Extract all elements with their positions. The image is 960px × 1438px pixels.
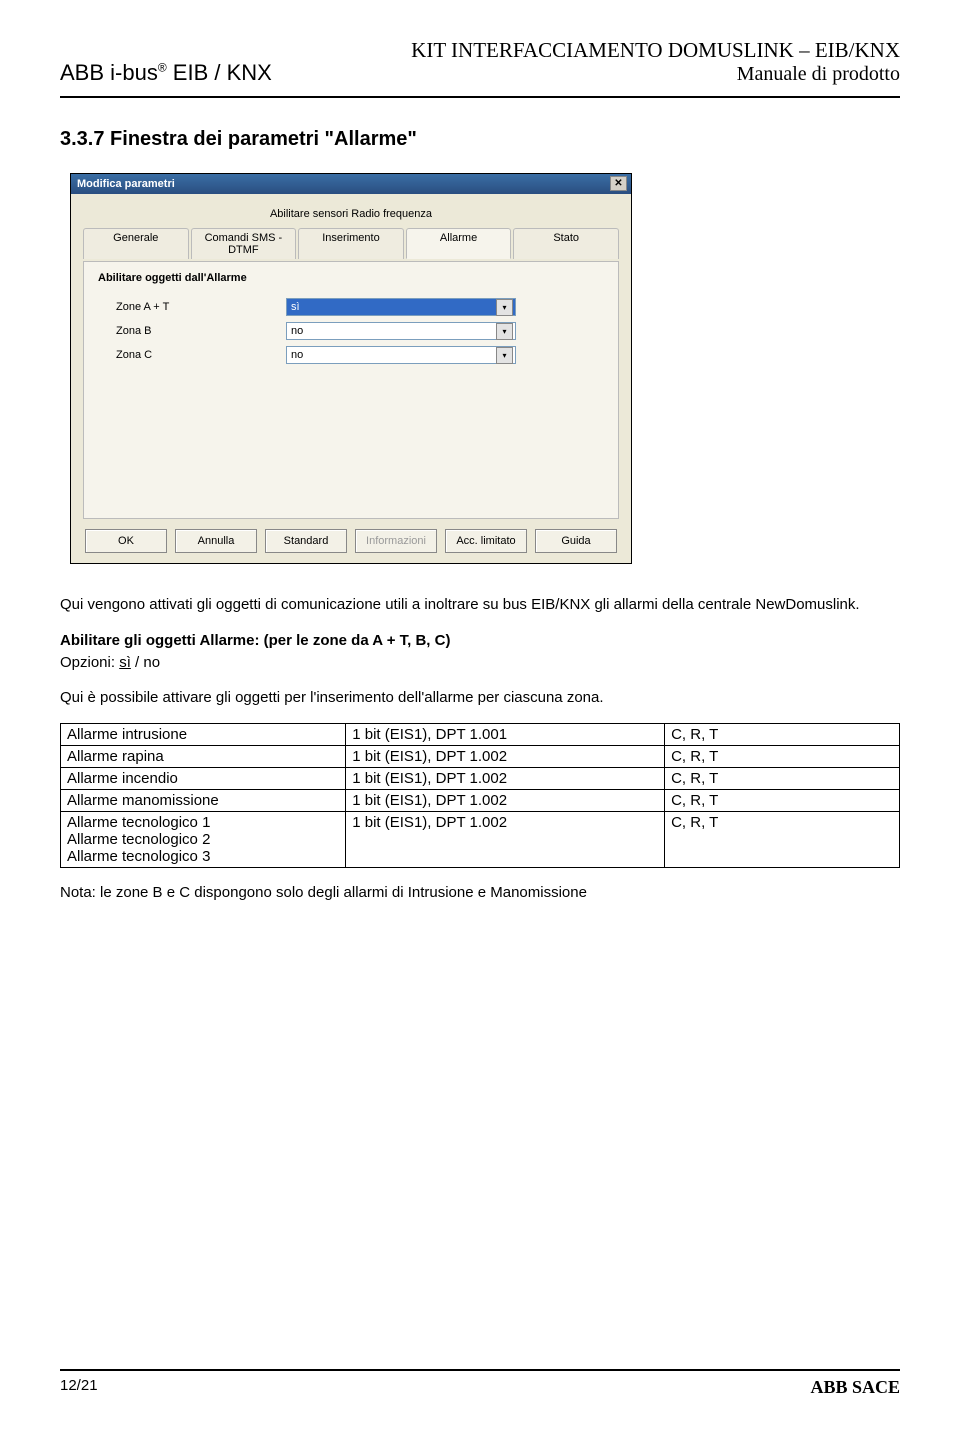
- dropdown-value-zona-c: no: [291, 349, 303, 361]
- cell-c3: C, R, T: [665, 812, 900, 868]
- dropdown-zona-b[interactable]: no ▾: [286, 322, 516, 340]
- page-number: 12/21: [60, 1377, 98, 1398]
- cell-c2: 1 bit (EIS1), DPT 1.002: [346, 746, 665, 768]
- chevron-down-icon[interactable]: ▾: [496, 323, 513, 340]
- footer-brand: ABB SACE: [810, 1377, 900, 1398]
- header-right-line1: KIT INTERFACCIAMENTO DOMUSLINK – EIB/KNX: [411, 38, 900, 63]
- cell-c2: 1 bit (EIS1), DPT 1.002: [346, 790, 665, 812]
- cell-c3: C, R, T: [665, 724, 900, 746]
- tab-comandi-sms-dtmf[interactable]: Comandi SMS - DTMF: [191, 228, 297, 259]
- dropdown-zona-c[interactable]: no ▾: [286, 346, 516, 364]
- alarm-table: Allarme intrusione 1 bit (EIS1), DPT 1.0…: [60, 723, 900, 868]
- cell-c1: Allarme manomissione: [61, 790, 346, 812]
- tab-allarme[interactable]: Allarme: [406, 228, 512, 259]
- dropdown-value-zona-b: no: [291, 325, 303, 337]
- guida-button[interactable]: Guida: [535, 529, 617, 553]
- dialog-tabs: Generale Comandi SMS - DTMF Inserimento …: [83, 228, 619, 259]
- dialog-panel: Abilitare oggetti dall'Allarme Zone A + …: [83, 261, 619, 519]
- dialog-titlebar[interactable]: Modifica parametri ✕: [71, 174, 631, 194]
- footer: 12/21 ABB SACE: [60, 1369, 900, 1398]
- row-zona-c: Zona C no ▾: [98, 346, 604, 364]
- chevron-down-icon[interactable]: ▾: [496, 299, 513, 316]
- tab-inserimento[interactable]: Inserimento: [298, 228, 404, 259]
- cell-c3: C, R, T: [665, 790, 900, 812]
- paragraph-options: Abilitare gli oggetti Allarme: (per le z…: [60, 630, 900, 674]
- header-left-a: ABB i-bus: [60, 60, 158, 85]
- dialog-top-label: Abilitare sensori Radio frequenza: [83, 202, 619, 228]
- dropdown-zone-a-t[interactable]: sì ▾: [286, 298, 516, 316]
- standard-button[interactable]: Standard: [265, 529, 347, 553]
- header-rule: [60, 96, 900, 98]
- dropdown-value-zone-a-t: sì: [291, 301, 300, 313]
- row-zona-b: Zona B no ▾: [98, 322, 604, 340]
- paragraph-note: Nota: le zone B e C dispongono solo degl…: [60, 882, 900, 904]
- label-zona-b: Zona B: [98, 325, 286, 337]
- table-row: Allarme manomissione 1 bit (EIS1), DPT 1…: [61, 790, 900, 812]
- table-row: Allarme intrusione 1 bit (EIS1), DPT 1.0…: [61, 724, 900, 746]
- table-row: Allarme incendio 1 bit (EIS1), DPT 1.002…: [61, 768, 900, 790]
- options-bold: Abilitare gli oggetti Allarme: (per le z…: [60, 632, 450, 649]
- chevron-down-icon[interactable]: ▾: [496, 347, 513, 364]
- close-icon[interactable]: ✕: [610, 176, 627, 191]
- row-zone-a-t: Zone A + T sì ▾: [98, 298, 604, 316]
- cell-c2: 1 bit (EIS1), DPT 1.001: [346, 724, 665, 746]
- label-zona-c: Zona C: [98, 349, 286, 361]
- table-row: Allarme tecnologico 1 Allarme tecnologic…: [61, 812, 900, 868]
- paragraph-intro: Qui vengono attivati gli oggetti di comu…: [60, 594, 900, 616]
- cell-c1: Allarme intrusione: [61, 724, 346, 746]
- cell-c3: C, R, T: [665, 768, 900, 790]
- options-rest: / no: [131, 654, 160, 671]
- dialog-title: Modifica parametri: [77, 178, 175, 190]
- section-heading: 3.3.7 Finestra dei parametri "Allarme": [60, 128, 900, 151]
- header-right: KIT INTERFACCIAMENTO DOMUSLINK – EIB/KNX…: [411, 38, 900, 86]
- ok-button[interactable]: OK: [85, 529, 167, 553]
- header-bar: ABB i-bus® EIB / KNX KIT INTERFACCIAMENT…: [60, 38, 900, 86]
- tab-generale[interactable]: Generale: [83, 228, 189, 259]
- acc-limitato-button[interactable]: Acc. limitato: [445, 529, 527, 553]
- header-left: ABB i-bus® EIB / KNX: [60, 60, 272, 86]
- header-reg: ®: [158, 61, 167, 75]
- cell-c3: C, R, T: [665, 746, 900, 768]
- panel-title: Abilitare oggetti dall'Allarme: [98, 272, 604, 284]
- header-right-line2: Manuale di prodotto: [411, 63, 900, 86]
- dialog-button-bar: OK Annulla Standard Informazioni Acc. li…: [83, 529, 619, 553]
- cell-c2: 1 bit (EIS1), DPT 1.002: [346, 812, 665, 868]
- cell-c1: Allarme rapina: [61, 746, 346, 768]
- options-label: Opzioni:: [60, 654, 119, 671]
- cell-c2: 1 bit (EIS1), DPT 1.002: [346, 768, 665, 790]
- cell-c1: Allarme incendio: [61, 768, 346, 790]
- paragraph-desc: Qui è possibile attivare gli oggetti per…: [60, 687, 900, 709]
- options-si: sì: [119, 654, 131, 671]
- informazioni-button: Informazioni: [355, 529, 437, 553]
- table-row: Allarme rapina 1 bit (EIS1), DPT 1.002 C…: [61, 746, 900, 768]
- label-zone-a-t: Zone A + T: [98, 301, 286, 313]
- dialog-modifica-parametri: Modifica parametri ✕ Abilitare sensori R…: [70, 173, 632, 564]
- annulla-button[interactable]: Annulla: [175, 529, 257, 553]
- tab-stato[interactable]: Stato: [513, 228, 619, 259]
- cell-c1: Allarme tecnologico 1 Allarme tecnologic…: [61, 812, 346, 868]
- header-left-b: EIB / KNX: [167, 60, 272, 85]
